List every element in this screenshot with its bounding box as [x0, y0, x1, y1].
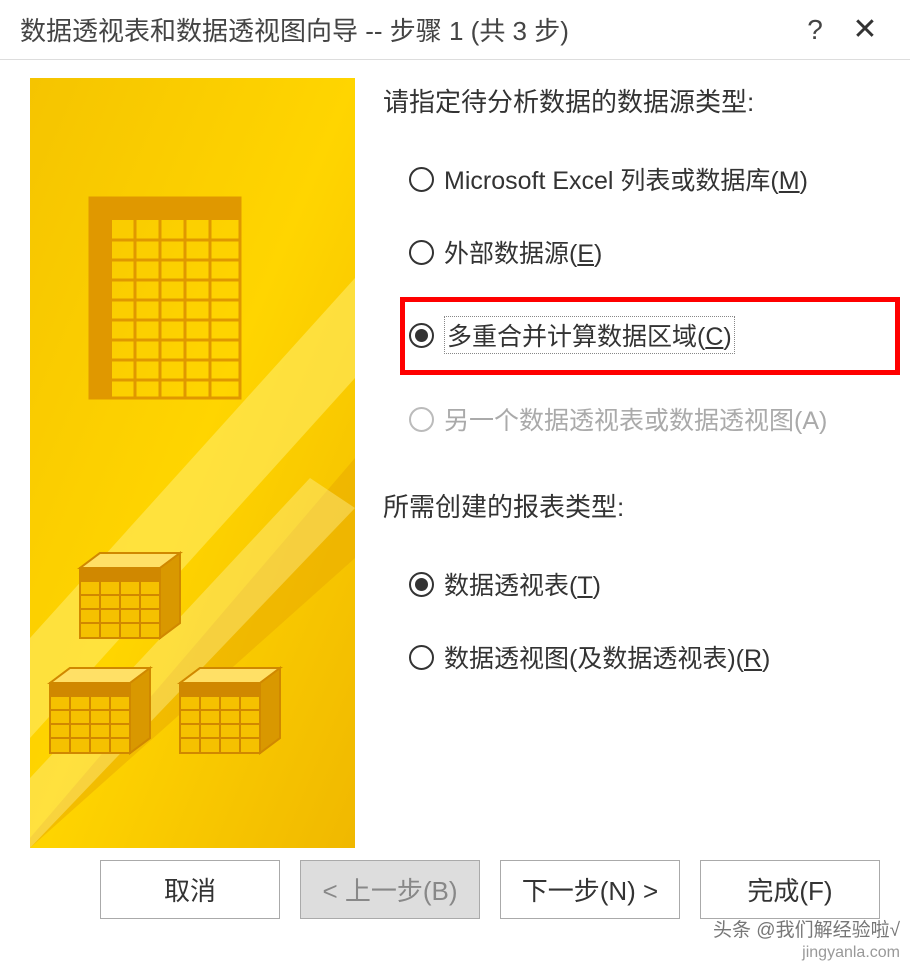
back-button: < 上一步(B) — [300, 860, 480, 919]
dialog-content: 请指定待分析数据的数据源类型: Microsoft Excel 列表或数据库(M… — [0, 60, 910, 860]
wizard-graphic — [30, 78, 355, 848]
cancel-button[interactable]: 取消 — [100, 860, 280, 919]
options-pane: 请指定待分析数据的数据源类型: Microsoft Excel 列表或数据库(M… — [355, 78, 910, 842]
report-type-group: 数据透视表(T) 数据透视图(及数据透视表)(R) — [383, 560, 900, 681]
radio-label: Microsoft Excel 列表或数据库(M) — [444, 161, 808, 197]
radio-icon — [409, 323, 434, 348]
data-source-label: 请指定待分析数据的数据源类型: — [383, 82, 900, 119]
watermark-url: jingyanla.com — [713, 943, 900, 964]
watermark-text: 头条 @我们解经验啦√ — [713, 919, 900, 944]
radio-label: 多重合并计算数据区域(C) — [444, 316, 735, 354]
radio-external-source[interactable]: 外部数据源(E) — [405, 228, 900, 276]
radio-icon — [409, 645, 434, 670]
help-button[interactable]: ? — [790, 14, 840, 46]
radio-consolidation-ranges[interactable]: 多重合并计算数据区域(C) — [400, 297, 900, 375]
next-button[interactable]: 下一步(N) > — [500, 860, 680, 919]
radio-label: 另一个数据透视表或数据透视图(A) — [444, 401, 827, 437]
radio-icon — [409, 572, 434, 597]
radio-pivot-table[interactable]: 数据透视表(T) — [405, 560, 900, 608]
titlebar: 数据透视表和数据透视图向导 -- 步骤 1 (共 3 步) ? ✕ — [0, 0, 910, 60]
data-source-group: Microsoft Excel 列表或数据库(M) 外部数据源(E) 多重合并计… — [383, 155, 900, 443]
radio-label: 数据透视图(及数据透视表)(R) — [444, 639, 770, 675]
finish-button[interactable]: 完成(F) — [700, 860, 880, 919]
radio-icon — [409, 240, 434, 265]
report-type-label: 所需创建的报表类型: — [383, 487, 900, 524]
radio-pivot-chart[interactable]: 数据透视图(及数据透视表)(R) — [405, 633, 900, 681]
watermark: 头条 @我们解经验啦√ jingyanla.com — [713, 919, 900, 964]
radio-another-pivot: 另一个数据透视表或数据透视图(A) — [405, 395, 900, 443]
close-button[interactable]: ✕ — [840, 12, 890, 47]
radio-label: 数据透视表(T) — [444, 566, 601, 602]
radio-icon — [409, 407, 434, 432]
radio-icon — [409, 167, 434, 192]
dialog-title: 数据透视表和数据透视图向导 -- 步骤 1 (共 3 步) — [20, 11, 790, 48]
radio-excel-list[interactable]: Microsoft Excel 列表或数据库(M) — [405, 155, 900, 203]
radio-label: 外部数据源(E) — [444, 234, 602, 270]
